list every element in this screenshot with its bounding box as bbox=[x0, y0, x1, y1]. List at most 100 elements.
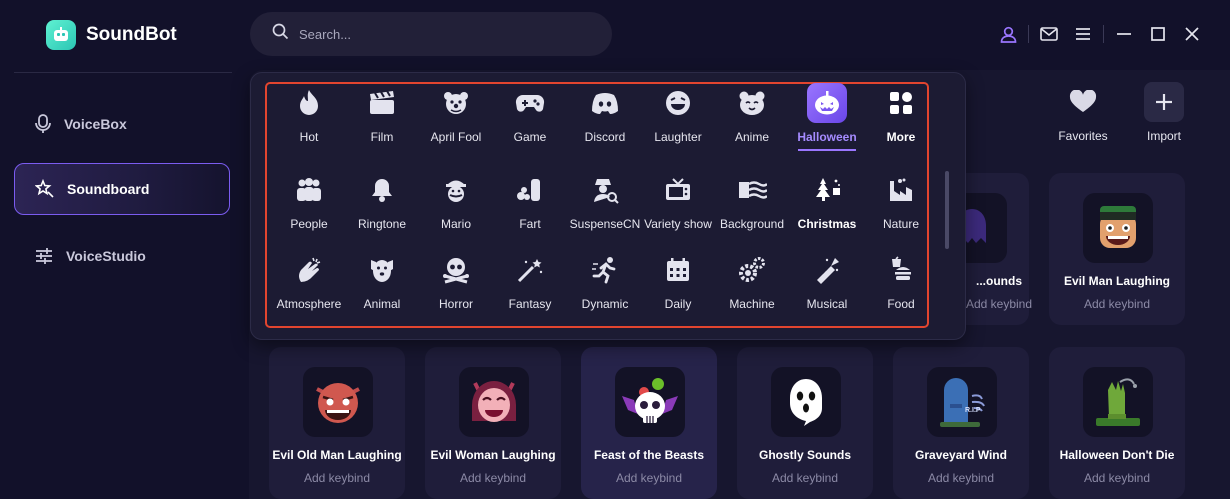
flame-icon bbox=[289, 83, 329, 123]
add-keybind-link[interactable]: Add keybind bbox=[1049, 297, 1185, 311]
category-film[interactable]: Film bbox=[344, 83, 420, 155]
add-keybind-link[interactable]: Add keybind bbox=[737, 471, 873, 485]
menu-icon[interactable] bbox=[1071, 24, 1095, 44]
skull-bat-icon bbox=[615, 367, 685, 437]
category-label: Anime bbox=[734, 130, 769, 144]
category-musical[interactable]: Musical bbox=[789, 250, 865, 322]
category-label: Christmas bbox=[797, 217, 857, 231]
category-label: April Fool bbox=[430, 130, 482, 144]
close-icon[interactable] bbox=[1180, 24, 1204, 44]
category-machine[interactable]: Machine bbox=[714, 250, 790, 322]
category-label: Halloween bbox=[797, 130, 857, 144]
maximize-icon[interactable] bbox=[1146, 24, 1170, 44]
add-keybind-link[interactable]: Add keybind bbox=[893, 471, 1029, 485]
sound-card-title: Evil Man Laughing bbox=[1063, 274, 1170, 288]
category-christmas[interactable]: Christmas bbox=[789, 170, 865, 242]
category-label: Horror bbox=[438, 297, 473, 311]
category-more[interactable]: More bbox=[863, 83, 939, 155]
sound-card-evil-old-man-laughing[interactable]: Evil Old Man Laughing Add keybind bbox=[269, 347, 405, 499]
import-label: Import bbox=[1146, 129, 1181, 143]
people-icon bbox=[289, 170, 329, 210]
favorites-label: Favorites bbox=[1058, 129, 1108, 143]
dropdown-scrollbar[interactable] bbox=[945, 171, 949, 249]
sound-card-title: Halloween Don't Die bbox=[1059, 448, 1175, 462]
category-label: People bbox=[290, 217, 328, 231]
sound-card-evil-man-laughing[interactable]: Evil Man Laughing Add keybind bbox=[1049, 173, 1185, 325]
add-keybind-link[interactable]: Add keybind bbox=[269, 471, 405, 485]
heart-icon bbox=[1063, 82, 1103, 122]
app-logo: SoundBot bbox=[46, 20, 177, 50]
category-background[interactable]: Background bbox=[714, 170, 790, 242]
gears-icon bbox=[732, 250, 772, 290]
fart-cloud-icon bbox=[510, 170, 550, 210]
user-icon[interactable] bbox=[996, 24, 1020, 44]
search-input[interactable] bbox=[299, 26, 589, 42]
sidebar-item-label: VoiceBox bbox=[64, 116, 127, 132]
category-label: Game bbox=[513, 130, 547, 144]
topbar-divider bbox=[1028, 25, 1029, 43]
burger-drink-icon bbox=[881, 250, 921, 290]
category-april-fool[interactable]: April Fool bbox=[418, 83, 494, 155]
category-fantasy[interactable]: Fantasy bbox=[492, 250, 568, 322]
category-halloween[interactable]: Halloween bbox=[789, 83, 865, 155]
category-game[interactable]: Game bbox=[492, 83, 568, 155]
rip-text: R.I.P bbox=[965, 407, 981, 414]
import-button[interactable]: Import bbox=[1129, 82, 1199, 152]
category-anime[interactable]: Anime bbox=[714, 83, 790, 155]
add-keybind-link[interactable]: Add keybind bbox=[581, 471, 717, 485]
category-horror[interactable]: Horror bbox=[418, 250, 494, 322]
category-mario[interactable]: Mario bbox=[418, 170, 494, 242]
category-dynamic[interactable]: Dynamic bbox=[567, 250, 643, 322]
evil-man-face-icon bbox=[1083, 193, 1153, 263]
sidebar-item-voicestudio[interactable]: VoiceStudio bbox=[14, 230, 230, 282]
favorites-button[interactable]: Favorites bbox=[1048, 82, 1118, 152]
sound-card-evil-woman-laughing[interactable]: Evil Woman Laughing Add keybind bbox=[425, 347, 561, 499]
grid-more-icon bbox=[881, 83, 921, 123]
gamepad-icon bbox=[510, 83, 550, 123]
sound-card-title: Evil Old Man Laughing bbox=[272, 448, 402, 462]
category-label: Food bbox=[887, 297, 915, 311]
sliders-icon bbox=[34, 246, 54, 266]
skull-crossbones-icon bbox=[436, 250, 476, 290]
category-atmosphere[interactable]: Atmosphere bbox=[271, 250, 347, 322]
mail-icon[interactable] bbox=[1037, 24, 1061, 44]
bear-face-icon bbox=[732, 83, 772, 123]
ghost-icon bbox=[771, 367, 841, 437]
category-people[interactable]: People bbox=[271, 170, 347, 242]
evil-woman-face-icon bbox=[459, 367, 529, 437]
sound-card-title: Feast of the Beasts bbox=[593, 448, 705, 462]
category-label: SuspenseCN bbox=[569, 217, 641, 231]
category-dropdown: Hot Film April Fool Game Discord Laughte… bbox=[250, 72, 966, 340]
category-fart[interactable]: Fart bbox=[492, 170, 568, 242]
category-label: Ringtone bbox=[357, 217, 407, 231]
factory-icon bbox=[881, 170, 921, 210]
sound-card-halloween-dont-die[interactable]: Halloween Don't Die Add keybind bbox=[1049, 347, 1185, 499]
category-hot[interactable]: Hot bbox=[271, 83, 347, 155]
category-suspensecn[interactable]: SuspenseCN bbox=[567, 170, 643, 242]
bell-icon bbox=[362, 170, 402, 210]
detective-icon bbox=[585, 170, 625, 210]
category-discord[interactable]: Discord bbox=[567, 83, 643, 155]
app-name: SoundBot bbox=[86, 24, 177, 45]
minimize-icon[interactable] bbox=[1112, 24, 1136, 44]
category-daily[interactable]: Daily bbox=[640, 250, 716, 322]
dog-face-icon bbox=[362, 250, 402, 290]
sidebar-item-voicebox[interactable]: VoiceBox bbox=[14, 98, 230, 150]
add-keybind-link[interactable]: Add keybind bbox=[1049, 471, 1185, 485]
category-ringtone[interactable]: Ringtone bbox=[344, 170, 420, 242]
sound-card-graveyard-wind[interactable]: R.I.P Graveyard Wind Add keybind bbox=[893, 347, 1029, 499]
category-food[interactable]: Food bbox=[863, 250, 939, 322]
sound-card-feast-of-the-beasts[interactable]: Feast of the Beasts Add keybind bbox=[581, 347, 717, 499]
category-laughter[interactable]: Laughter bbox=[640, 83, 716, 155]
category-label: Variety show bbox=[644, 217, 712, 231]
category-nature[interactable]: Nature bbox=[863, 170, 939, 242]
category-label: Discord bbox=[584, 130, 626, 144]
sidebar-item-soundboard[interactable]: Soundboard bbox=[14, 163, 230, 215]
sound-card-ghostly-sounds[interactable]: Ghostly Sounds Add keybind bbox=[737, 347, 873, 499]
add-keybind-link[interactable]: Add keybind bbox=[425, 471, 561, 485]
search-bar[interactable] bbox=[250, 12, 612, 56]
discord-icon bbox=[585, 83, 625, 123]
category-animal[interactable]: Animal bbox=[344, 250, 420, 322]
category-label: Daily bbox=[664, 297, 692, 311]
category-variety-show[interactable]: Variety show bbox=[640, 170, 716, 242]
